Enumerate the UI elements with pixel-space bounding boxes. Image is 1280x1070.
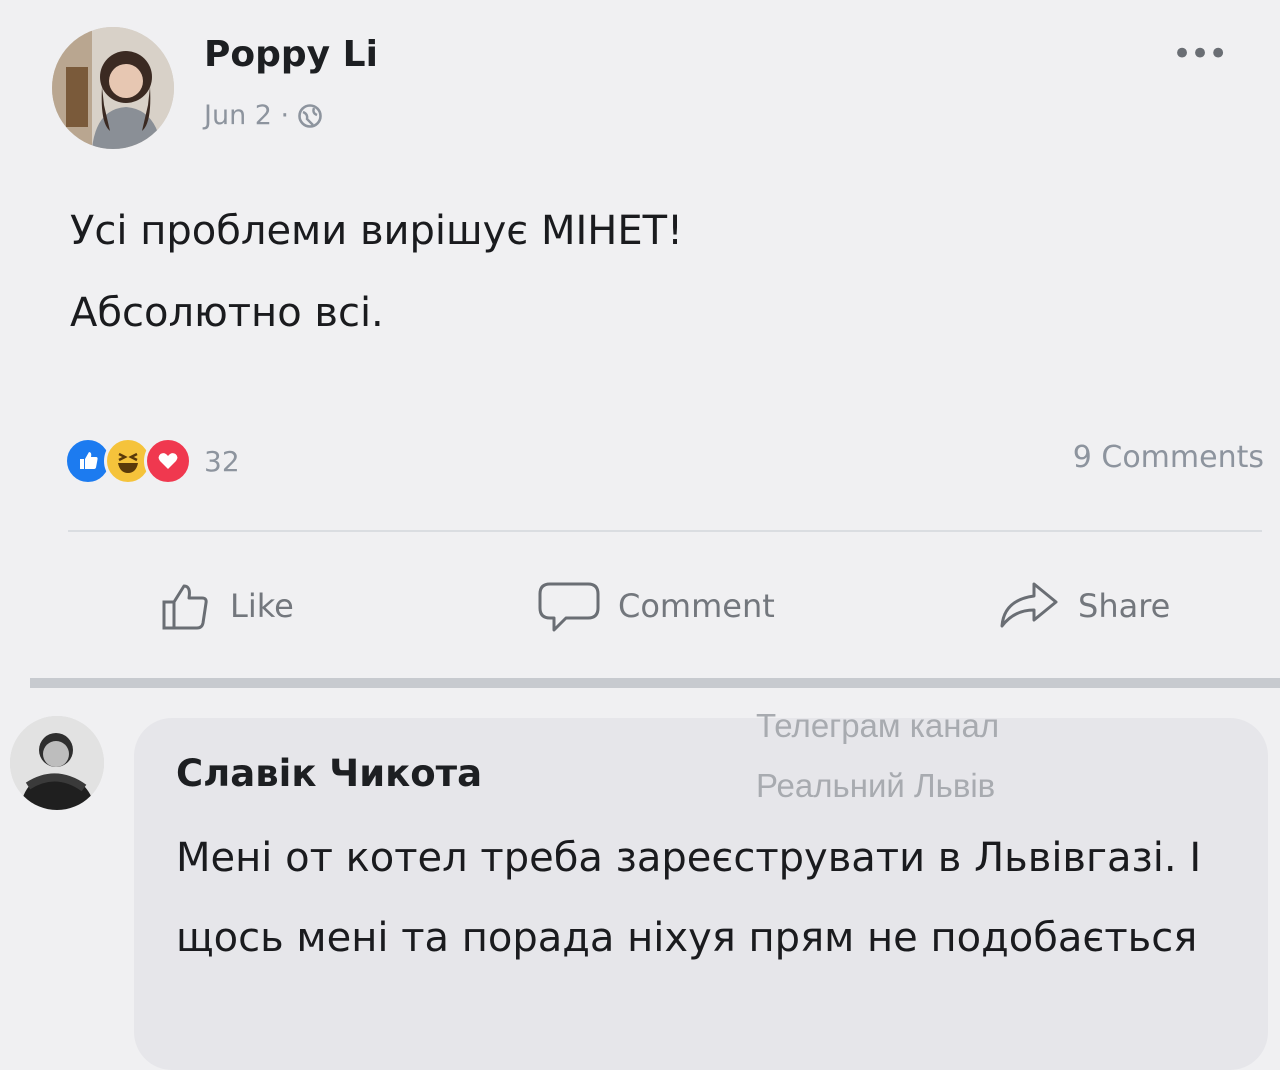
like-button[interactable]: Like [158, 578, 294, 634]
commenter-avatar[interactable] [10, 716, 104, 810]
watermark-line: Телеграм канал [756, 707, 1000, 744]
reactions-summary[interactable]: 32 [64, 436, 240, 486]
reaction-count: 32 [204, 444, 240, 478]
commenter-name[interactable]: Славік Чикота [176, 752, 482, 795]
post-card: Poppy Li Jun 2 · ••• Усі проблеми вирішу… [0, 0, 1280, 680]
globe-icon [297, 103, 323, 129]
author-name[interactable]: Poppy Li [204, 34, 378, 75]
comment-text: Мені от котел треба зареєструвати в Льві… [176, 835, 1202, 961]
share-label: Share [1078, 587, 1171, 625]
author-avatar[interactable] [52, 27, 174, 149]
author-avatar-image [52, 27, 174, 149]
section-divider [30, 678, 1280, 688]
post-text: Усі проблеми вирішує МІНЕТ! Абсолютно вс… [70, 190, 683, 354]
post-text-line: Усі проблеми вирішує МІНЕТ! [70, 208, 684, 254]
divider [68, 530, 1262, 532]
like-label: Like [230, 587, 294, 625]
post-meta: Jun 2 · [204, 100, 323, 131]
share-arrow-icon [1000, 582, 1058, 628]
comments-count-link[interactable]: 9 Comments [1073, 440, 1264, 475]
comment-label: Comment [618, 587, 775, 625]
post-date[interactable]: Jun 2 · [204, 100, 289, 131]
speech-bubble-icon [538, 582, 600, 632]
love-reaction-icon [144, 437, 192, 485]
thumbs-up-icon [162, 584, 208, 630]
commenter-avatar-image [10, 716, 104, 810]
share-button[interactable]: Share [996, 578, 1170, 634]
comment-button[interactable]: Comment [536, 578, 775, 634]
post-text-line: Абсолютно всі. [70, 290, 384, 336]
watermark: Телеграм канал Реальний Львів [756, 696, 999, 816]
more-options-icon[interactable]: ••• [1172, 34, 1228, 74]
watermark-line: Реальний Львів [756, 767, 996, 804]
